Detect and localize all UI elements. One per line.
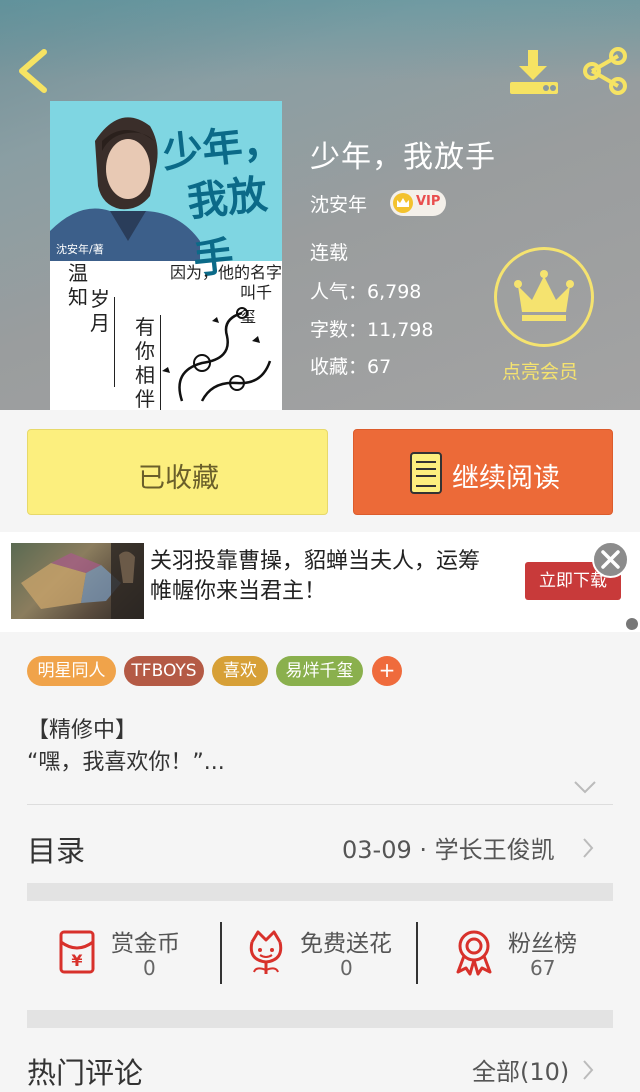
tag-chip[interactable]: 易烊千玺 bbox=[276, 656, 363, 686]
cover-divider-line bbox=[114, 297, 115, 387]
ad-game-artwork bbox=[21, 543, 144, 619]
cover-author-tag: 沈安年/著 bbox=[56, 243, 104, 256]
all-comments-link[interactable]: 全部(10) bbox=[472, 1052, 569, 1087]
section-gap bbox=[27, 1010, 613, 1028]
toc-label[interactable]: 目录 bbox=[27, 828, 85, 870]
action-label: 赏金币 bbox=[111, 931, 180, 957]
add-tag-button[interactable]: + bbox=[372, 656, 402, 686]
action-count: 67 bbox=[530, 956, 556, 980]
book-header: 少年， 我放手 沈安年/著 因为，他的名字 叫千玺 温知 岁月 有你相伴 少年，… bbox=[0, 0, 640, 410]
cover-vertical-text-1: 温知 bbox=[68, 261, 88, 309]
toc-latest-chapter[interactable]: 03-09 · 学长王俊凯 bbox=[342, 830, 555, 865]
divider bbox=[27, 804, 613, 805]
action-buttons-row: 已收藏 继续阅读 bbox=[0, 410, 640, 532]
word-count-stat: 字数：11,798 bbox=[310, 319, 434, 341]
favorite-button-label: 已收藏 bbox=[138, 463, 219, 494]
crown-icon bbox=[514, 270, 574, 321]
tag-chip[interactable]: 明星同人 bbox=[27, 656, 116, 686]
chevron-down-icon[interactable] bbox=[572, 778, 598, 796]
share-icon[interactable] bbox=[580, 46, 630, 96]
action-label: 免费送花 bbox=[300, 931, 392, 957]
chevron-right-icon[interactable] bbox=[581, 1058, 595, 1082]
favorite-button[interactable]: 已收藏 bbox=[27, 429, 328, 515]
coin-envelope-icon: ¥ bbox=[59, 930, 95, 974]
continue-reading-button[interactable]: 继续阅读 bbox=[353, 429, 613, 515]
book-cover[interactable]: 少年， 我放手 沈安年/著 因为，他的名字 叫千玺 温知 岁月 有你相伴 bbox=[50, 101, 282, 410]
vertical-divider bbox=[220, 922, 222, 984]
flower-icon bbox=[249, 930, 283, 974]
ad-banner[interactable]: 关羽投靠曹操，貂蝉当夫人，运筹帷幄你来当君主！ 立即下载 bbox=[0, 532, 640, 632]
fan-ranking-button[interactable]: 粉丝榜 67 bbox=[452, 922, 612, 992]
send-flower-button[interactable]: 免费送花 0 bbox=[244, 922, 404, 992]
member-button[interactable] bbox=[494, 247, 594, 347]
book-details: 明星同人 TFBOYS 喜欢 易烊千玺 + 【精修中】 “嘿，我喜欢你！”...… bbox=[0, 632, 640, 1090]
member-label[interactable]: 点亮会员 bbox=[502, 357, 578, 384]
continue-reading-label: 继续阅读 bbox=[452, 463, 560, 494]
popularity-stat: 人气：6,798 bbox=[310, 281, 422, 303]
download-icon[interactable] bbox=[506, 48, 562, 98]
serial-status: 连载 bbox=[310, 242, 349, 264]
action-count: 0 bbox=[143, 956, 156, 980]
tag-chip[interactable]: TFBOYS bbox=[124, 656, 204, 686]
vertical-divider bbox=[416, 922, 418, 984]
intro-text[interactable]: “嘿，我喜欢你！”... bbox=[27, 744, 225, 776]
svg-text:¥: ¥ bbox=[71, 951, 82, 970]
section-gap bbox=[27, 883, 613, 901]
ad-text[interactable]: 关羽投靠曹操，貂蝉当夫人，运筹帷幄你来当君主！ bbox=[150, 547, 495, 607]
book-icon bbox=[410, 452, 442, 494]
hot-comments-label: 热门评论 bbox=[27, 1056, 144, 1090]
ad-close-button[interactable] bbox=[592, 541, 629, 578]
author-name[interactable]: 沈安年 bbox=[310, 190, 367, 217]
tag-chip[interactable]: 喜欢 bbox=[212, 656, 268, 686]
close-icon bbox=[601, 550, 620, 569]
cover-ornament-image bbox=[162, 307, 272, 402]
vip-badge: VIP bbox=[390, 190, 446, 216]
vip-crown-icon bbox=[393, 193, 413, 213]
action-label: 粉丝榜 bbox=[508, 931, 577, 957]
vip-label: VIP bbox=[416, 194, 441, 209]
ad-image[interactable] bbox=[11, 543, 144, 619]
favorites-stat: 收藏：67 bbox=[310, 356, 392, 378]
book-title: 少年，我放手 bbox=[310, 140, 496, 175]
back-arrow-icon[interactable] bbox=[14, 46, 54, 96]
cover-vertical-text-2: 岁月 bbox=[90, 287, 110, 335]
medal-icon bbox=[456, 930, 492, 976]
reward-coins-button[interactable]: ¥ 赏金币 0 bbox=[55, 922, 215, 992]
ad-info-icon[interactable] bbox=[626, 618, 638, 630]
action-count: 0 bbox=[340, 956, 353, 980]
chevron-right-icon[interactable] bbox=[581, 836, 595, 860]
intro-status: 【精修中】 bbox=[27, 718, 138, 743]
